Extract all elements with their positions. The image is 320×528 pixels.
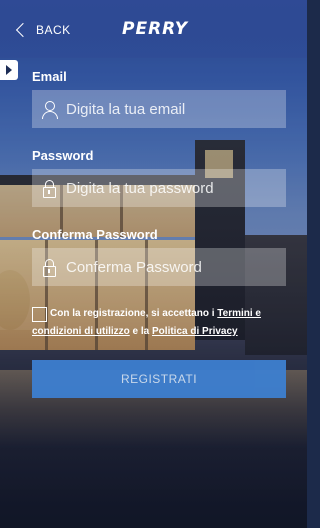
email-label: Email — [32, 69, 67, 84]
lock-icon — [40, 257, 60, 277]
brand-logo: PERRY — [122, 18, 188, 40]
arrow-right-icon — [6, 65, 12, 75]
back-label: BACK — [36, 23, 71, 37]
terms-middle: e la — [129, 326, 153, 337]
app-header: BACK PERRY — [0, 0, 307, 58]
terms-checkbox[interactable] — [32, 307, 47, 322]
register-button[interactable]: REGISTRATI — [32, 360, 286, 398]
terms-section: Con la registrazione, si accettano i Ter… — [32, 305, 288, 341]
confirm-password-label: Conferma Password — [32, 227, 158, 242]
user-icon — [40, 99, 60, 119]
terms-text: Con la registrazione, si accettano i Ter… — [32, 305, 288, 341]
privacy-link[interactable]: Politica di Privacy — [152, 326, 238, 337]
logo-text: PERRY — [122, 19, 189, 39]
back-button[interactable]: BACK — [14, 20, 71, 40]
side-drawer-handle[interactable] — [0, 60, 18, 80]
terms-prefix: Con la registrazione, si accettano i — [50, 308, 218, 319]
password-field-container — [32, 169, 286, 207]
confirm-password-input[interactable] — [66, 258, 276, 276]
lock-icon — [40, 178, 60, 198]
chevron-left-icon — [15, 22, 31, 38]
email-field-container — [32, 90, 286, 128]
confirm-password-field-container — [32, 248, 286, 286]
password-label: Password — [32, 148, 94, 163]
password-input[interactable] — [66, 179, 276, 197]
email-input[interactable] — [66, 100, 276, 118]
